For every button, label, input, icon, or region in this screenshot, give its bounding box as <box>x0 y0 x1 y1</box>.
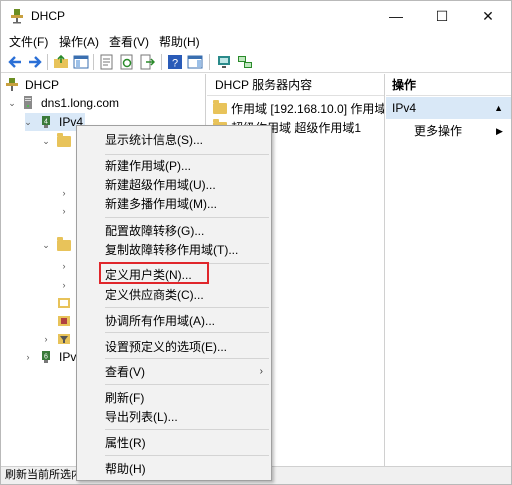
ctx-view-label: 查看(V) <box>105 365 145 379</box>
show-action-pane-icon[interactable] <box>187 54 203 70</box>
menu-separator <box>105 384 269 385</box>
menu-separator <box>105 358 269 359</box>
server-icon <box>24 96 32 109</box>
menu-separator <box>105 154 269 155</box>
ctx-show-statistics[interactable]: 显示统计信息(S)... <box>77 130 271 150</box>
svg-text:6: 6 <box>44 354 48 361</box>
folder-icon <box>213 100 227 114</box>
menu-view[interactable]: 查看(V) <box>109 33 149 50</box>
list-item-scope[interactable]: 作用域 [192.168.10.0] 作用域1 <box>213 100 385 118</box>
ctx-new-superscope[interactable]: 新建超级作用域(U)... <box>77 175 271 195</box>
expanded-chevron-icon[interactable]: ⌄ <box>41 132 51 150</box>
collapsed-chevron-icon[interactable]: › <box>59 257 69 275</box>
ctx-help[interactable]: 帮助(H) <box>77 459 271 479</box>
ctx-replicate-failover-scopes[interactable]: 复制故障转移作用域(T)... <box>77 240 271 260</box>
up-folder-icon[interactable] <box>53 54 69 70</box>
toolbar: ? <box>1 51 511 73</box>
ctx-refresh[interactable]: 刷新(F) <box>77 388 271 408</box>
folder-icon <box>57 237 71 251</box>
submenu-arrow-icon: › <box>259 366 263 377</box>
collapse-triangle-icon[interactable]: ▲ <box>494 97 503 119</box>
collapsed-chevron-icon[interactable]: › <box>59 184 69 202</box>
help-icon[interactable]: ? <box>167 54 183 70</box>
context-menu: 显示统计信息(S)... 新建作用域(P)... 新建超级作用域(U)... 新… <box>76 125 272 481</box>
actions-header: 操作 <box>386 74 511 96</box>
actions-section-ipv4[interactable]: IPv4 ▲ <box>386 97 511 119</box>
connected-computers-icon[interactable] <box>237 54 253 70</box>
policies-icon <box>58 316 70 326</box>
submenu-triangle-icon: ▶ <box>496 126 503 136</box>
ipv6-icon: 6 <box>42 351 50 363</box>
expanded-chevron-icon[interactable]: ⌄ <box>7 94 17 112</box>
svg-text:?: ? <box>172 58 178 70</box>
actions-pane: 操作 IPv4 ▲ 更多操作 ▶ <box>386 74 511 466</box>
refresh-icon[interactable] <box>119 54 135 70</box>
filters-icon <box>58 334 70 344</box>
ctx-set-predefined-options[interactable]: 设置预定义的选项(E)... <box>77 337 271 357</box>
menu-file[interactable]: 文件(F) <box>9 33 48 50</box>
collapsed-chevron-icon[interactable]: › <box>59 276 69 294</box>
dhcp-app-icon <box>11 9 23 24</box>
ctx-define-vendor-classes[interactable]: 定义供应商类(C)... <box>77 285 271 305</box>
actions-section-label: IPv4 <box>392 101 417 115</box>
menu-bar: 文件(F) 操作(A) 查看(V) 帮助(H) <box>1 31 511 51</box>
ipv4-icon: 4 <box>42 116 50 128</box>
expanded-chevron-icon[interactable]: ⌄ <box>23 113 33 131</box>
dhcp-window: DHCP — ☐ ✕ 文件(F) 操作(A) 查看(V) 帮助(H) ? DHC… <box>0 0 512 485</box>
back-arrow-icon[interactable] <box>7 54 23 70</box>
ctx-configure-failover[interactable]: 配置故障转移(G)... <box>77 221 271 241</box>
menu-separator <box>105 429 269 430</box>
title-bar: DHCP — ☐ ✕ <box>1 1 511 31</box>
properties-icon[interactable] <box>99 54 115 70</box>
menu-help[interactable]: 帮助(H) <box>159 33 200 50</box>
forward-arrow-icon[interactable] <box>27 54 43 70</box>
maximize-button[interactable]: ☐ <box>419 1 465 31</box>
ctx-view[interactable]: 查看(V) › <box>77 362 271 382</box>
export-list-icon[interactable] <box>139 54 155 70</box>
ctx-new-scope[interactable]: 新建作用域(P)... <box>77 156 271 176</box>
menu-separator <box>105 307 269 308</box>
expanded-chevron-icon[interactable]: ⌄ <box>41 236 51 254</box>
ctx-properties[interactable]: 属性(R) <box>77 433 271 453</box>
menu-separator <box>105 217 269 218</box>
list-item-label: 作用域 [192.168.10.0] 作用域1 <box>231 102 385 116</box>
menu-action[interactable]: 操作(A) <box>59 33 99 50</box>
details-column-header[interactable]: DHCP 服务器内容 <box>207 74 384 96</box>
ctx-export-list[interactable]: 导出列表(L)... <box>77 407 271 427</box>
show-tree-icon[interactable] <box>73 54 89 70</box>
minimize-button[interactable]: — <box>373 1 419 31</box>
collapsed-chevron-icon[interactable]: › <box>59 202 69 220</box>
window-title: DHCP <box>31 9 66 23</box>
ctx-new-multicast-scope[interactable]: 新建多播作用域(M)... <box>77 194 271 214</box>
folder-icon <box>57 133 71 147</box>
collapsed-chevron-icon[interactable]: › <box>23 348 33 366</box>
collapsed-chevron-icon[interactable]: › <box>41 330 51 348</box>
tree-label-server: dns1.long.com <box>41 96 120 110</box>
tree-label-dhcp: DHCP <box>25 78 60 92</box>
svg-text:4: 4 <box>44 119 48 126</box>
menu-separator <box>105 455 269 456</box>
menu-separator <box>105 332 269 333</box>
ctx-reconcile-all-scopes[interactable]: 协调所有作用域(A)... <box>77 311 271 331</box>
highlight-annotation <box>99 262 209 284</box>
close-button[interactable]: ✕ <box>465 1 511 31</box>
server-options-icon <box>58 298 70 308</box>
dhcp-root-icon <box>6 78 18 91</box>
tree-label-ipv6: IPv <box>59 350 77 364</box>
more-actions-label: 更多操作 <box>414 124 463 138</box>
computer-icon[interactable] <box>217 54 233 70</box>
more-actions-item[interactable]: 更多操作 ▶ <box>414 122 503 140</box>
